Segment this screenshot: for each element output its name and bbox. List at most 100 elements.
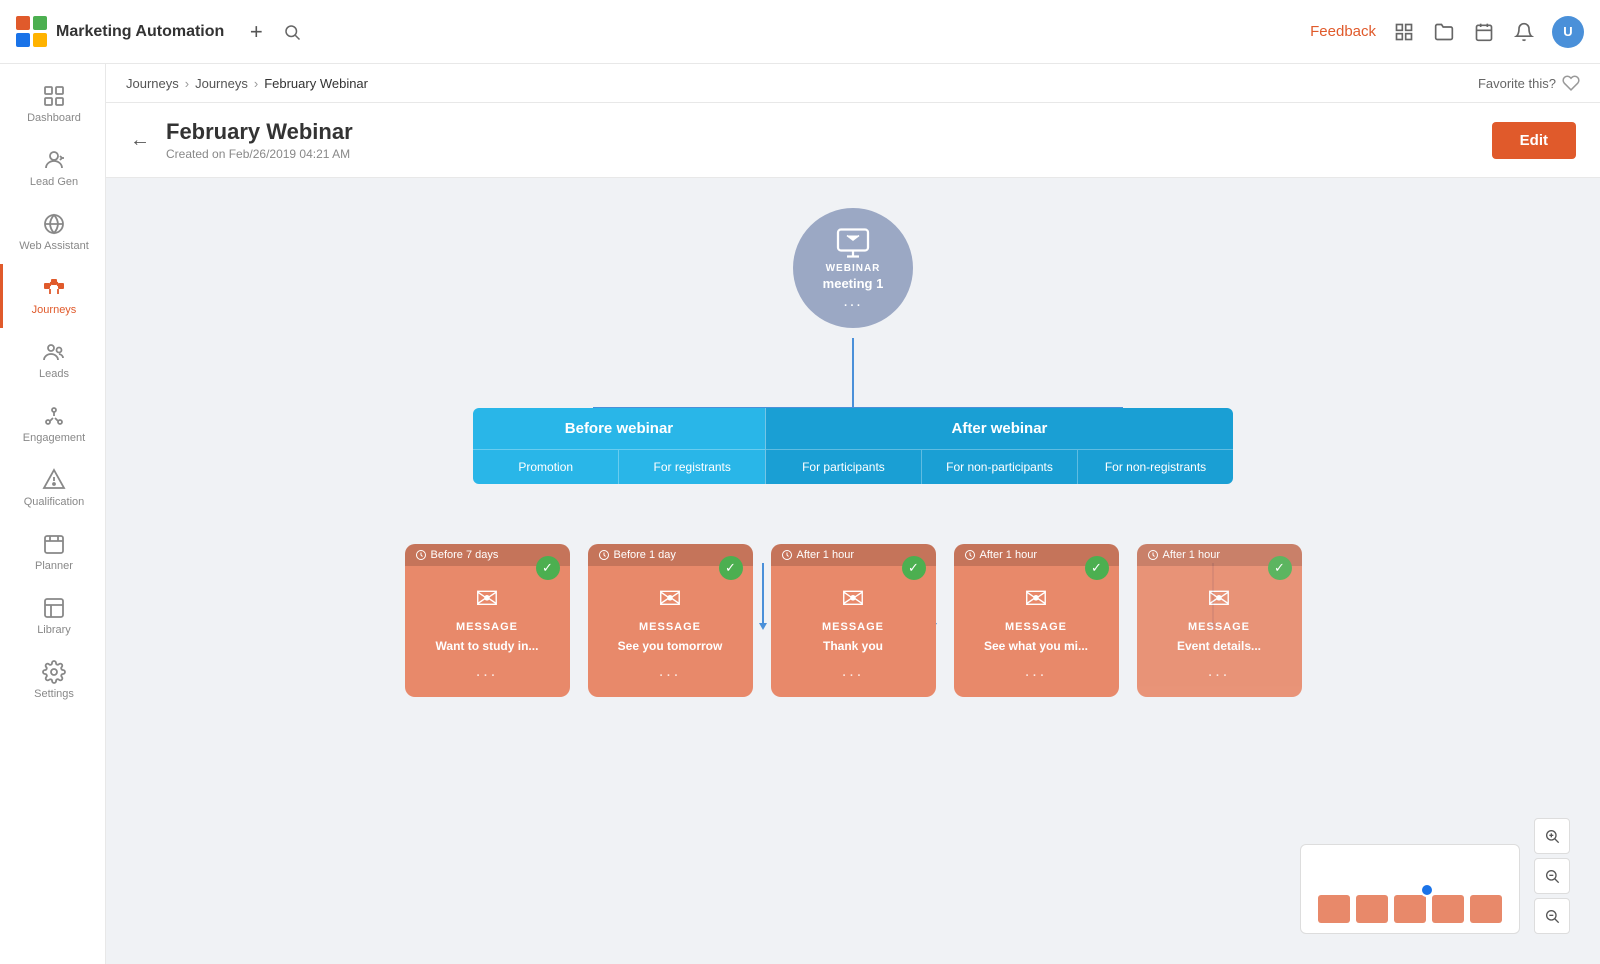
sidebar: Dashboard Lead Gen Web Assistant Journey… [0, 64, 106, 964]
edit-button[interactable]: Edit [1492, 122, 1576, 159]
card-3-text: Thank you [823, 639, 883, 653]
favorite-text: Favorite this? [1478, 76, 1556, 91]
breadcrumb-journeys-2[interactable]: Journeys [195, 76, 248, 91]
card-3-body: ✓ ✉ MESSAGE Thank you ... [771, 566, 936, 697]
topbar: Marketing Automation + Feedback U [0, 0, 1600, 64]
message-card-4[interactable]: After 1 hour ✓ ✉ MESSAGE See what you mi… [954, 544, 1119, 697]
planner-icon [42, 532, 66, 556]
before-webinar-section: Before webinar Promotion For registrants [473, 408, 765, 484]
mini-bar-1 [1318, 895, 1350, 923]
sidebar-item-settings[interactable]: Settings [0, 648, 105, 712]
sidebar-item-journeys[interactable]: Journeys [0, 264, 105, 328]
sidebar-item-planner[interactable]: Planner [0, 520, 105, 584]
card-4-envelope: ✉ [1024, 582, 1047, 615]
reset-zoom-button[interactable] [1534, 858, 1570, 894]
card-3-label: MESSAGE [822, 621, 884, 633]
journey-title-area: February Webinar Created on Feb/26/2019 … [166, 119, 353, 161]
card-2-label: MESSAGE [639, 621, 701, 633]
sidebar-item-lead-gen[interactable]: Lead Gen [0, 136, 105, 200]
mini-bar-3 [1394, 895, 1426, 923]
sub-promotion: Promotion [473, 450, 618, 484]
card-2-envelope: ✉ [658, 582, 681, 615]
card-3-dots: ... [842, 659, 864, 689]
breadcrumb-current: February Webinar [264, 76, 368, 91]
message-card-3[interactable]: After 1 hour ✓ ✉ MESSAGE Thank you ... [771, 544, 936, 697]
journeys-icon [42, 276, 66, 300]
card-5-body: ✓ ✉ MESSAGE Event details... ... [1137, 566, 1302, 697]
message-card-5[interactable]: After 1 hour ✓ ✉ MESSAGE Event details..… [1137, 544, 1302, 697]
canvas: WEBINAR meeting 1 ... Before webinar Pro… [106, 178, 1600, 964]
breadcrumb-journeys-1[interactable]: Journeys [126, 76, 179, 91]
zoom-out-button[interactable] [1534, 898, 1570, 934]
message-card-2[interactable]: Before 1 day ✓ ✉ MESSAGE See you tomorro… [588, 544, 753, 697]
card-2-text: See you tomorrow [618, 639, 723, 653]
lead-gen-icon [42, 148, 66, 172]
timer-icon-1 [415, 549, 427, 561]
card-5-envelope: ✉ [1207, 582, 1230, 615]
timer-icon-4 [964, 549, 976, 561]
after-webinar-section: After webinar For participants For non-p… [765, 408, 1233, 484]
sub-for-participants: For participants [766, 450, 921, 484]
feedback-button[interactable]: Feedback [1310, 23, 1376, 40]
card-3-envelope: ✉ [841, 582, 864, 615]
card-1-check: ✓ [536, 556, 560, 580]
app-name: Marketing Automation [56, 23, 224, 41]
webinar-icon [835, 225, 871, 261]
heart-icon[interactable] [1562, 74, 1580, 92]
webinar-node[interactable]: WEBINAR meeting 1 ... [793, 208, 913, 328]
breadcrumb: Journeys › Journeys › February Webinar [126, 76, 368, 91]
engagement-icon [42, 404, 66, 428]
logo-area: Marketing Automation [16, 16, 224, 48]
search-button[interactable] [280, 20, 304, 44]
before-webinar-header: Before webinar [473, 408, 765, 450]
add-button[interactable]: + [244, 20, 268, 44]
sidebar-item-leads[interactable]: Leads [0, 328, 105, 392]
after-webinar-header: After webinar [766, 408, 1233, 450]
breadcrumb-bar: Journeys › Journeys › February Webinar F… [106, 64, 1600, 103]
timer-icon-5 [1147, 549, 1159, 561]
bell-icon[interactable] [1512, 20, 1536, 44]
after-webinar-subs: For participants For non-participants Fo… [766, 450, 1233, 484]
sub-for-non-registrants: For non-registrants [1077, 450, 1233, 484]
back-button[interactable]: ← [130, 129, 150, 152]
zoom-in-button[interactable] [1534, 818, 1570, 854]
library-icon [42, 596, 66, 620]
card-2-body: ✓ ✉ MESSAGE See you tomorrow ... [588, 566, 753, 697]
sidebar-item-web-assistant[interactable]: Web Assistant [0, 200, 105, 264]
sub-for-non-participants: For non-participants [921, 450, 1077, 484]
before-webinar-subs: Promotion For registrants [473, 450, 765, 484]
sidebar-item-library[interactable]: Library [0, 584, 105, 648]
card-5-text: Event details... [1177, 639, 1261, 653]
zoom-controls [1534, 818, 1570, 934]
card-5-dots: ... [1208, 659, 1230, 689]
card-1-label: MESSAGE [456, 621, 518, 633]
webinar-name: meeting 1 [823, 276, 884, 291]
favorite-area[interactable]: Favorite this? [1478, 74, 1580, 92]
journey-created: Created on Feb/26/2019 04:21 AM [166, 147, 353, 161]
main-layout: Dashboard Lead Gen Web Assistant Journey… [0, 64, 1600, 964]
card-3-check: ✓ [902, 556, 926, 580]
card-5-label: MESSAGE [1188, 621, 1250, 633]
folder-icon[interactable] [1432, 20, 1456, 44]
journey-header: ← February Webinar Created on Feb/26/201… [106, 103, 1600, 178]
dashboard-icon [42, 84, 66, 108]
timer-icon-2 [598, 549, 610, 561]
card-4-label: MESSAGE [1005, 621, 1067, 633]
topbar-actions: + [244, 20, 304, 44]
card-5-check: ✓ [1268, 556, 1292, 580]
calendar-icon[interactable] [1472, 20, 1496, 44]
mini-map-cursor [1420, 883, 1434, 897]
journey-diagram: WEBINAR meeting 1 ... Before webinar Pro… [126, 208, 1580, 697]
sidebar-item-engagement[interactable]: Engagement [0, 392, 105, 456]
timer-icon-3 [781, 549, 793, 561]
avatar[interactable]: U [1552, 16, 1584, 48]
message-card-1[interactable]: Before 7 days ✓ ✉ MESSAGE Want to study … [405, 544, 570, 697]
list-view-icon[interactable] [1392, 20, 1416, 44]
sidebar-item-dashboard[interactable]: Dashboard [0, 72, 105, 136]
card-4-body: ✓ ✉ MESSAGE See what you mi... ... [954, 566, 1119, 697]
mini-bar-2 [1356, 895, 1388, 923]
card-1-envelope: ✉ [475, 582, 498, 615]
sidebar-item-qualification[interactable]: Qualification [0, 456, 105, 520]
card-1-dots: ... [476, 659, 498, 689]
settings-icon [42, 660, 66, 684]
